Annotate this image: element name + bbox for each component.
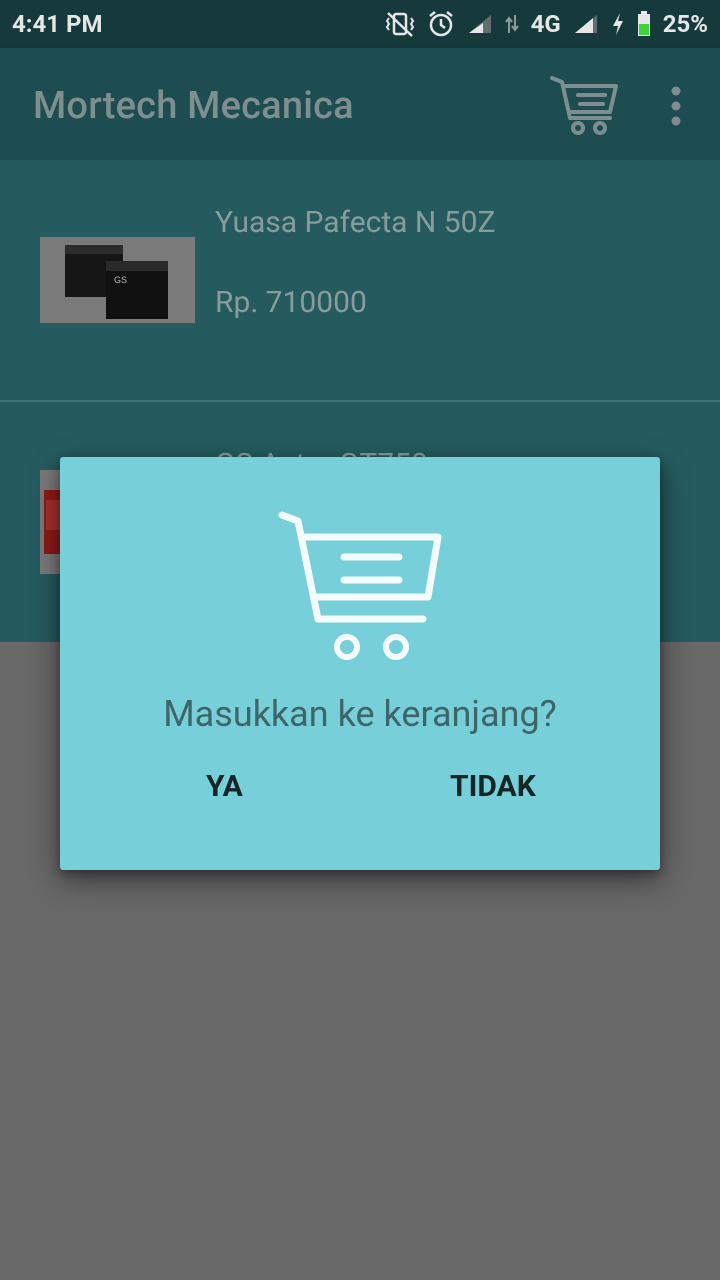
confirm-button[interactable]: YA xyxy=(206,769,243,804)
overflow-menu-icon xyxy=(671,86,681,126)
app-title: Mortech Mecanica xyxy=(33,84,354,128)
signal-icon xyxy=(573,13,599,35)
battery-percent: 25% xyxy=(662,10,708,38)
vibrate-off-icon xyxy=(385,11,415,37)
list-item[interactable]: GS Yuasa Pafecta N 50Z Rp. 710000 xyxy=(0,160,720,402)
status-bar: 4:41 PM 4G 25% xyxy=(0,0,720,48)
add-to-cart-dialog: Masukkan ke keranjang? YA TIDAK xyxy=(60,457,660,870)
cancel-button[interactable]: TIDAK xyxy=(450,769,536,804)
charging-icon xyxy=(611,12,625,36)
data-arrows-icon xyxy=(504,13,519,35)
dialog-message: Masukkan ke keranjang? xyxy=(163,693,557,735)
svg-text:GS: GS xyxy=(114,275,127,285)
overflow-menu-button[interactable] xyxy=(660,84,692,128)
product-name: Yuasa Pafecta N 50Z xyxy=(215,205,496,240)
product-image: GS xyxy=(40,237,195,323)
alarm-icon xyxy=(427,10,455,38)
battery-icon xyxy=(637,11,651,37)
product-price: Rp. 710000 xyxy=(215,285,367,320)
cart-button[interactable] xyxy=(548,70,620,140)
status-icons: 4G 25% xyxy=(385,10,708,38)
network-type: 4G xyxy=(530,10,561,38)
shopping-cart-icon xyxy=(278,511,442,660)
app-bar: Mortech Mecanica xyxy=(0,48,720,160)
status-time: 4:41 PM xyxy=(12,10,103,38)
signal-icon xyxy=(467,13,493,35)
cart-icon xyxy=(550,76,618,135)
